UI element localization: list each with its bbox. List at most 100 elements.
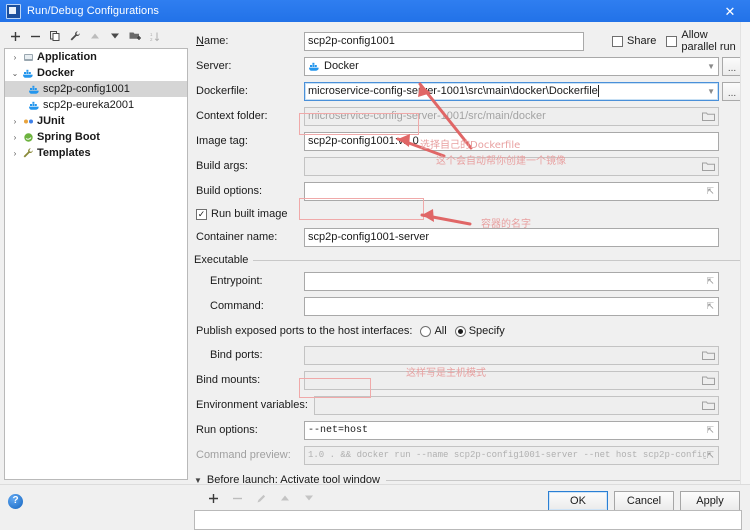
- tree-item-junit[interactable]: › JUnit: [5, 113, 187, 129]
- before-launch-header[interactable]: ▼ Before launch: Activate tool window: [194, 472, 742, 488]
- dockerfile-input[interactable]: microservice-config-server-1001\src\main…: [304, 81, 719, 101]
- command-label: Command:: [210, 300, 264, 312]
- sort-icon[interactable]: 12: [146, 27, 164, 45]
- tree-item-label: Spring Boot: [37, 131, 100, 143]
- run-built-image-label: Run built image: [211, 208, 288, 220]
- remove-button[interactable]: [26, 27, 44, 45]
- before-launch-task-list[interactable]: [194, 510, 742, 530]
- bind-ports-label: Bind ports:: [210, 349, 263, 361]
- tree-item-templates[interactable]: › Templates: [5, 145, 187, 161]
- container-name-input[interactable]: scp2p-config1001-server: [304, 227, 719, 247]
- help-icon[interactable]: ?: [8, 493, 23, 509]
- tree-item-docker[interactable]: ⌄ Docker: [5, 65, 187, 81]
- build-args-row: Build args:: [194, 155, 742, 177]
- folder-icon[interactable]: [702, 375, 715, 386]
- wrench-icon[interactable]: [66, 27, 84, 45]
- run-options-input[interactable]: --net=host ⇱: [304, 420, 719, 440]
- dockerfile-label: Dockerfile:: [196, 85, 248, 97]
- chevron-down-icon[interactable]: ▼: [194, 476, 202, 485]
- tree-item-application[interactable]: › Application: [5, 49, 187, 65]
- remove-task-button[interactable]: [228, 489, 246, 507]
- publish-specify-radio[interactable]: Specify: [454, 325, 505, 337]
- expand-icon[interactable]: ⇱: [706, 276, 715, 287]
- entrypoint-row: Entrypoint: ⇱: [194, 270, 742, 292]
- image-tag-input[interactable]: scp2p-config1001:v1.0: [304, 131, 719, 151]
- section-divider: [253, 259, 742, 261]
- server-label: Server:: [196, 60, 232, 72]
- wrench-icon: [21, 147, 35, 159]
- application-icon: [21, 52, 35, 63]
- bind-mounts-input[interactable]: [304, 370, 719, 390]
- tree-item-scp2p-eureka2001[interactable]: scp2p-eureka2001: [5, 97, 187, 113]
- configurations-tree[interactable]: › Application ⌄ Docker scp2p-config1001 …: [4, 48, 188, 480]
- server-row: Server: Docker ▼ ...: [194, 55, 742, 77]
- window-title: Run/Debug Configurations: [27, 5, 160, 17]
- share-checkbox[interactable]: Share: [612, 35, 656, 47]
- folder-icon[interactable]: [702, 111, 715, 122]
- server-combo[interactable]: Docker ▼: [304, 56, 719, 76]
- publish-all-radio-circle[interactable]: [420, 325, 432, 337]
- publish-all-radio[interactable]: All: [420, 325, 447, 337]
- vertical-scrollbar[interactable]: [740, 22, 750, 484]
- chevron-right-icon[interactable]: ›: [9, 133, 21, 142]
- bind-ports-row: Bind ports:: [194, 344, 742, 366]
- dockerfile-browse-button[interactable]: ...: [722, 81, 742, 101]
- command-input[interactable]: ⇱: [304, 296, 719, 316]
- tree-item-label: scp2p-config1001: [43, 83, 130, 95]
- build-options-input[interactable]: ⇱: [304, 181, 719, 201]
- bind-ports-input[interactable]: [304, 345, 719, 365]
- chevron-down-icon[interactable]: ▼: [703, 87, 715, 96]
- run-built-image-checkbox[interactable]: ✓ Run built image: [194, 208, 287, 220]
- env-vars-input[interactable]: [314, 395, 719, 415]
- allow-parallel-run-checkbox[interactable]: Allow parallel run: [666, 29, 742, 53]
- move-up-button[interactable]: [86, 27, 104, 45]
- spring-icon: [21, 132, 35, 143]
- section-divider: [385, 479, 742, 481]
- expand-icon[interactable]: ⇱: [706, 425, 715, 436]
- chevron-right-icon[interactable]: ›: [9, 53, 21, 62]
- move-task-down-button[interactable]: [300, 489, 318, 507]
- folder-icon[interactable]: [702, 400, 715, 411]
- publish-specify-label: Specify: [468, 325, 505, 337]
- chevron-right-icon[interactable]: ›: [9, 117, 21, 126]
- entrypoint-input[interactable]: ⇱: [304, 271, 719, 291]
- publish-specify-radio-circle[interactable]: [454, 325, 466, 337]
- tree-item-scp2p-config1001[interactable]: scp2p-config1001: [5, 81, 187, 97]
- allow-parallel-run-checkbox-box[interactable]: [666, 35, 678, 47]
- folder-icon[interactable]: [702, 161, 715, 172]
- close-icon[interactable]: ✕: [710, 0, 750, 22]
- bind-mounts-row: Bind mounts:: [194, 369, 742, 391]
- pencil-icon[interactable]: [252, 489, 270, 507]
- tree-item-spring-boot[interactable]: › Spring Boot: [5, 129, 187, 145]
- command-preview-row: Command preview: 1.0 . && docker run --n…: [194, 444, 742, 466]
- name-row: Name: scp2p-config1001 Share Allow paral…: [194, 29, 742, 53]
- server-browse-button[interactable]: ...: [722, 56, 742, 76]
- expand-icon[interactable]: ⇱: [706, 301, 715, 312]
- folder-icon[interactable]: [702, 350, 715, 361]
- share-checkbox-box[interactable]: [612, 35, 623, 47]
- move-task-up-button[interactable]: [276, 489, 294, 507]
- command-preview-label: Command preview:: [196, 449, 291, 461]
- expand-icon[interactable]: ⇱: [706, 450, 715, 461]
- publish-ports-row: Publish exposed ports to the host interf…: [194, 321, 742, 341]
- add-button[interactable]: [6, 27, 24, 45]
- chevron-right-icon[interactable]: ›: [9, 149, 21, 158]
- add-task-button[interactable]: [204, 489, 222, 507]
- tree-item-label: Application: [37, 51, 97, 63]
- title-bar: Run/Debug Configurations ✕: [0, 0, 750, 22]
- chevron-down-icon[interactable]: ▼: [703, 62, 715, 71]
- image-tag-label: Image tag:: [196, 135, 248, 147]
- expand-icon[interactable]: ⇱: [706, 186, 715, 197]
- chevron-down-icon[interactable]: ⌄: [9, 69, 21, 78]
- before-launch-section: ▼ Before launch: Activate tool window: [194, 472, 742, 530]
- run-built-image-checkbox-box[interactable]: ✓: [196, 208, 207, 220]
- junit-icon: [21, 116, 35, 127]
- context-folder-input[interactable]: microservice-config-server-1001/src/main…: [304, 106, 719, 126]
- folder-plus-icon[interactable]: [126, 27, 144, 45]
- name-input[interactable]: scp2p-config1001: [304, 31, 584, 51]
- copy-icon[interactable]: [46, 27, 64, 45]
- configurations-pane: 12 › Application ⌄ Docker scp2p-config10…: [0, 22, 190, 484]
- entrypoint-label: Entrypoint:: [210, 275, 263, 287]
- move-down-button[interactable]: [106, 27, 124, 45]
- build-args-input[interactable]: [304, 156, 719, 176]
